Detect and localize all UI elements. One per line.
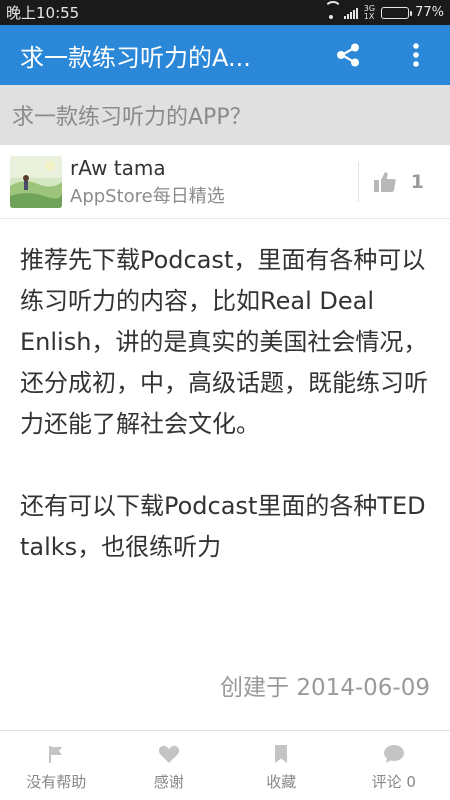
network-type: 3G 1X xyxy=(363,4,375,21)
not-helpful-button[interactable]: 没有帮助 xyxy=(0,731,113,800)
avatar-image xyxy=(10,155,62,208)
avatar[interactable] xyxy=(10,155,62,208)
battery-icon xyxy=(381,6,413,19)
vote-count: 1 xyxy=(410,170,424,193)
thumbs-up-icon xyxy=(373,171,396,192)
comment-label: 评论 0 xyxy=(371,773,416,791)
battery-text: 77% xyxy=(415,5,444,20)
created-date: 创建于 2014-06-09 xyxy=(220,675,430,701)
network-type-bottom: 1X xyxy=(363,11,375,21)
author-row: rAw tama AppStore每日精选 1 xyxy=(0,145,450,219)
status-icons: 3G 1X 77% xyxy=(323,0,444,21)
question-title: 求一款练习听力的APP？ xyxy=(12,105,252,130)
more-button[interactable] xyxy=(382,25,450,85)
answer-paragraph: 推荐先下载Podcast，里面有各种可以练习听力的内容，比如Real Deal … xyxy=(20,246,428,438)
share-button[interactable] xyxy=(314,25,382,85)
author-name: rAw tama xyxy=(70,155,166,180)
status-bar: 晚上10:55 3G 1X 77% xyxy=(0,0,450,25)
author-description: AppStore每日精选 xyxy=(70,185,225,207)
question-title-bar[interactable]: 求一款练习听力的APP？ xyxy=(0,85,450,145)
author-info[interactable]: rAw tama AppStore每日精选 xyxy=(70,156,225,208)
comment-button[interactable]: 评论 0 xyxy=(338,731,450,800)
favorite-button[interactable]: 收藏 xyxy=(225,731,338,800)
app-bar: 求一款练习听力的A... xyxy=(0,25,450,85)
heart-icon xyxy=(158,743,180,765)
comment-icon xyxy=(383,743,405,765)
answer-paragraph: 还有可以下载Podcast里面的各种TED talks，也很练听力 xyxy=(20,492,426,561)
flag-icon xyxy=(45,743,67,765)
upvote-button[interactable]: 1 xyxy=(357,161,450,202)
answer-body: 推荐先下载Podcast，里面有各种可以练习听力的内容，比如Real Deal … xyxy=(20,240,430,609)
app-title: 求一款练习听力的A... xyxy=(20,43,251,72)
more-vert-icon xyxy=(413,43,419,67)
status-time: 晚上10:55 xyxy=(6,4,80,22)
bookmark-icon xyxy=(270,743,292,765)
thanks-label: 感谢 xyxy=(153,773,184,791)
favorite-label: 收藏 xyxy=(266,773,297,791)
signal-icon xyxy=(343,7,358,19)
share-icon xyxy=(337,43,359,67)
bottom-action-bar: 没有帮助 感谢 收藏 评论 0 xyxy=(0,730,450,800)
wifi-icon xyxy=(323,0,342,19)
thanks-button[interactable]: 感谢 xyxy=(113,731,226,800)
not-helpful-label: 没有帮助 xyxy=(26,773,87,791)
app-actions xyxy=(314,25,450,85)
